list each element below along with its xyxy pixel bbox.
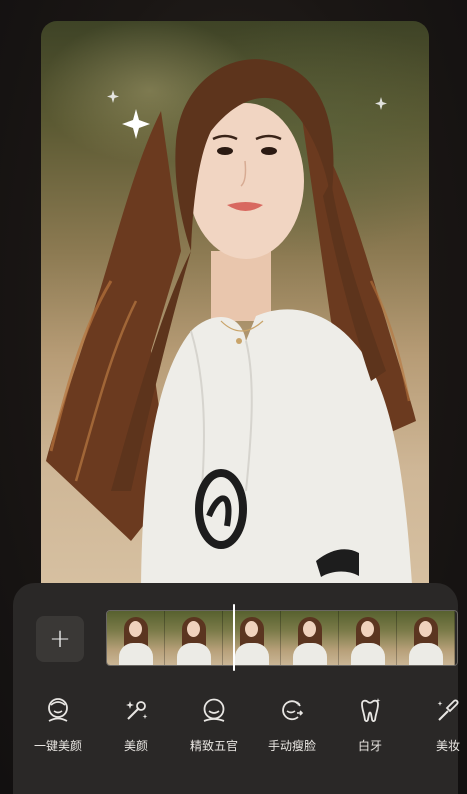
beauty-tool-bar: 一键美颜 美颜 精致五官 手动瘦脸 白牙 美妆 — [0, 696, 467, 766]
tool-label: 美颜 — [123, 739, 148, 753]
magic-wand-icon — [126, 701, 148, 720]
tool-beauty[interactable]: 美颜 — [96, 696, 176, 754]
tool-one-key-beauty[interactable]: 一键美颜 — [18, 696, 98, 754]
slim-face-icon — [282, 700, 304, 721]
filmstrip-frame — [339, 611, 397, 665]
video-filmstrip[interactable] — [106, 610, 458, 666]
tool-label: 一键美颜 — [33, 739, 82, 753]
tool-label: 精致五官 — [189, 739, 238, 753]
tool-makeup[interactable]: 美妆 — [408, 696, 467, 754]
face-features-icon — [203, 698, 225, 722]
tool-label: 美妆 — [435, 739, 460, 753]
filmstrip-frame — [397, 611, 455, 665]
add-clip-button[interactable]: + — [36, 616, 84, 662]
tool-label: 手动瘦脸 — [267, 739, 316, 753]
filmstrip-frame — [107, 611, 165, 665]
filmstrip-frame — [223, 611, 281, 665]
tooth-icon — [361, 698, 381, 722]
editor-screen: + 一键美颜 美颜 精致五官 手动瘦脸 白牙 美妆 — [0, 0, 467, 794]
portrait-image — [46, 59, 416, 599]
tool-label: 白牙 — [357, 739, 382, 753]
timeline-playhead[interactable] — [233, 604, 235, 671]
one-key-beauty-icon — [48, 698, 68, 722]
filmstrip-frame — [165, 611, 223, 665]
filmstrip-frame — [281, 611, 339, 665]
photo-preview[interactable] — [41, 21, 429, 599]
plus-icon: + — [49, 624, 71, 654]
tool-manual-slim-face[interactable]: 手动瘦脸 — [252, 696, 332, 754]
tool-refined-features[interactable]: 精致五官 — [174, 696, 254, 754]
makeup-brush-icon — [437, 699, 459, 721]
tool-white-teeth[interactable]: 白牙 — [330, 696, 410, 754]
